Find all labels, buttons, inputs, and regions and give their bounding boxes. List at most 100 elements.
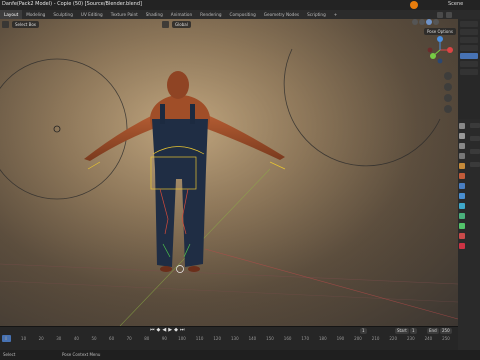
playback-controls: ⏮ ◆ ◀ ▶ ◆ ⏭ bbox=[150, 327, 184, 333]
left-foot bbox=[160, 266, 172, 272]
ruler-tick-label: 140 bbox=[248, 336, 257, 341]
outliner-row[interactable] bbox=[460, 45, 478, 51]
ruler-tick-label: 20 bbox=[38, 336, 44, 341]
object-tab-icon[interactable] bbox=[459, 183, 465, 189]
solid-shading-icon[interactable] bbox=[419, 19, 425, 25]
ruler-tick-label: 170 bbox=[301, 336, 310, 341]
physics-tab-icon[interactable] bbox=[459, 213, 465, 219]
properties-content bbox=[470, 123, 480, 167]
scene-selector[interactable]: Scene bbox=[448, 1, 463, 7]
view-layer-tab-icon[interactable] bbox=[459, 153, 465, 159]
editor-type-icon[interactable] bbox=[2, 20, 9, 28]
viewport-nav-tools bbox=[444, 72, 452, 113]
y-axis-icon[interactable] bbox=[430, 53, 436, 59]
grid-view-icon[interactable] bbox=[444, 105, 452, 113]
tab-layout[interactable]: Layout bbox=[0, 10, 23, 19]
play-reverse-icon[interactable]: ◀ bbox=[162, 327, 166, 333]
overall-strap bbox=[190, 104, 195, 124]
tab-rendering[interactable]: Rendering bbox=[196, 10, 225, 19]
neg-x-axis-icon[interactable] bbox=[427, 47, 433, 53]
ruler-tick-label: 200 bbox=[354, 336, 362, 341]
tab-geometry-nodes[interactable]: Geometry Nodes bbox=[260, 10, 303, 19]
data-tab-icon[interactable] bbox=[459, 233, 465, 239]
output-tab-icon[interactable] bbox=[459, 143, 465, 149]
timeline-ruler[interactable]: 0 10 20 30 40 50 60 70 80 90 100 110 120 130 140 150 160… bbox=[0, 336, 458, 343]
tab-scripting[interactable]: Scripting bbox=[303, 10, 330, 19]
outliner-row-selected[interactable] bbox=[460, 53, 478, 59]
particles-tab-icon[interactable] bbox=[459, 203, 465, 209]
transform-orientation-dropdown[interactable]: Global bbox=[172, 20, 191, 28]
material-preview-icon[interactable] bbox=[426, 19, 432, 25]
pan-hand-icon[interactable] bbox=[444, 83, 452, 91]
camera-view-icon[interactable] bbox=[444, 94, 452, 102]
outliner-row[interactable] bbox=[460, 37, 478, 43]
ruler-tick-label: 240 bbox=[424, 336, 433, 341]
ruler-tick-label: 230 bbox=[406, 336, 415, 341]
ruler-tick-label: 150 bbox=[266, 336, 274, 341]
modifier-tab-icon[interactable] bbox=[459, 193, 465, 199]
title-bar: Danfe(Pack2 Model) - Copie (50) [Source/… bbox=[0, 0, 480, 10]
outliner-row[interactable] bbox=[460, 21, 478, 27]
overall-strap bbox=[160, 104, 165, 124]
ruler-tick-label: 70 bbox=[126, 336, 132, 341]
neg-z-axis-icon[interactable] bbox=[437, 58, 443, 64]
navigation-gizmo[interactable] bbox=[424, 34, 456, 66]
ruler-tick-label: 0 bbox=[4, 336, 8, 341]
ruler-tick-label: 10 bbox=[21, 336, 27, 341]
outliner-row[interactable] bbox=[460, 61, 478, 67]
header-tool-icons bbox=[437, 10, 452, 19]
ruler-tick-label: 250 bbox=[442, 336, 450, 341]
render-tab-icon[interactable] bbox=[459, 133, 465, 139]
jump-end-icon[interactable]: ⏭ bbox=[180, 327, 185, 333]
constraints-tab-icon[interactable] bbox=[459, 223, 465, 229]
add-workspace-button[interactable]: + bbox=[330, 10, 342, 19]
scene-icon[interactable] bbox=[446, 11, 452, 18]
ruler-tick-label: 60 bbox=[109, 336, 115, 341]
scene-tab-icon[interactable] bbox=[459, 163, 465, 169]
transform-orientation-icon[interactable] bbox=[162, 20, 170, 28]
tab-sculpting[interactable]: Sculpting bbox=[49, 10, 77, 19]
next-keyframe-icon[interactable]: ◆ bbox=[174, 327, 178, 333]
tab-compositing[interactable]: Compositing bbox=[226, 10, 260, 19]
tab-modeling[interactable]: Modeling bbox=[22, 10, 49, 19]
outliner-row[interactable] bbox=[460, 69, 478, 75]
world-tab-icon[interactable] bbox=[459, 173, 465, 179]
ruler-tick-label: 50 bbox=[91, 336, 97, 341]
play-icon[interactable]: ▶ bbox=[168, 327, 172, 333]
property-field[interactable] bbox=[470, 162, 480, 167]
viewport-shading-buttons bbox=[412, 19, 439, 25]
status-select-hint: Select bbox=[3, 352, 16, 357]
z-axis-icon[interactable] bbox=[437, 36, 443, 42]
end-frame-field[interactable]: 250 bbox=[440, 328, 452, 334]
property-field[interactable] bbox=[470, 149, 480, 154]
tab-animation[interactable]: Animation bbox=[167, 10, 196, 19]
property-field[interactable] bbox=[470, 123, 480, 128]
view-layer-icon[interactable] bbox=[437, 11, 443, 18]
viewport-scene bbox=[0, 19, 458, 326]
select-box-dropdown[interactable]: Select Box bbox=[12, 20, 40, 28]
tab-texture-paint[interactable]: Texture Paint bbox=[107, 10, 142, 19]
zoom-icon[interactable] bbox=[444, 72, 452, 80]
outliner-panel[interactable] bbox=[458, 19, 480, 119]
ruler-tick-label: 190 bbox=[336, 336, 345, 341]
ruler-tick-label: 210 bbox=[371, 336, 380, 341]
blender-logo-icon[interactable] bbox=[410, 1, 418, 9]
property-field[interactable] bbox=[470, 136, 480, 141]
tab-shading[interactable]: Shading bbox=[142, 10, 167, 19]
outliner-row[interactable] bbox=[460, 29, 478, 35]
current-frame-field[interactable]: 1 bbox=[360, 328, 367, 334]
right-foot bbox=[188, 266, 200, 272]
x-axis-icon[interactable] bbox=[447, 47, 453, 53]
start-frame-field[interactable]: 1 bbox=[410, 328, 417, 334]
material-tab-icon[interactable] bbox=[459, 243, 465, 249]
status-context-menu-hint: Pose Context Menu bbox=[62, 352, 101, 357]
tool-tab-icon[interactable] bbox=[459, 123, 465, 129]
prev-keyframe-icon[interactable]: ◆ bbox=[157, 327, 161, 333]
tab-uv-editing[interactable]: UV Editing bbox=[77, 10, 107, 19]
ruler-tick-label: 160 bbox=[283, 336, 292, 341]
wireframe-shading-icon[interactable] bbox=[412, 19, 418, 25]
jump-start-icon[interactable]: ⏮ bbox=[150, 327, 155, 333]
3d-viewport[interactable] bbox=[0, 19, 458, 326]
background-glow bbox=[0, 19, 458, 326]
rendered-shading-icon[interactable] bbox=[433, 19, 439, 25]
